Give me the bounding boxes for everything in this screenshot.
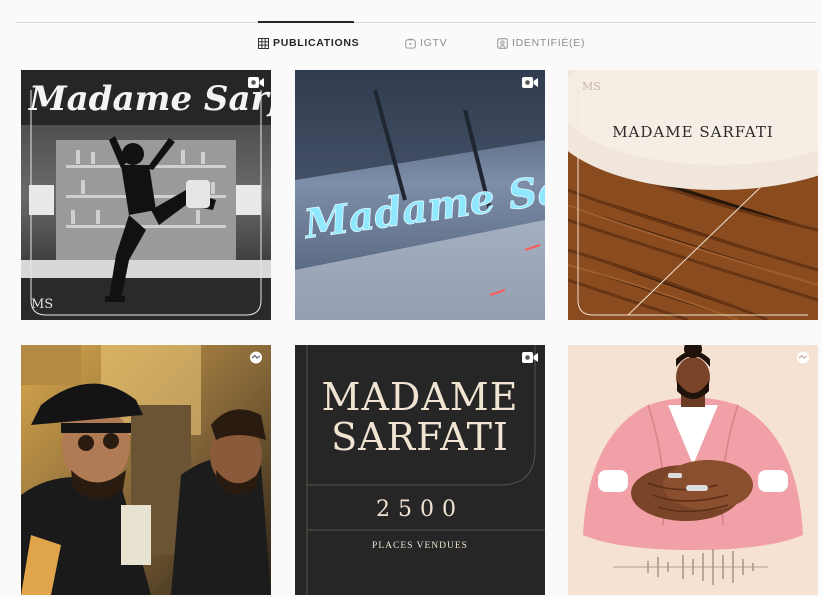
svg-text:MS: MS <box>582 80 601 93</box>
reel-icon <box>797 351 809 364</box>
post-5-title: MADAME SARFATI <box>321 375 519 459</box>
tab-igtv-label: IGTV <box>420 37 448 49</box>
post-3-overlay: MADAME SARFATI <box>612 123 774 141</box>
svg-text:Madame Sarfati: Madame Sarfati <box>28 79 271 119</box>
tab-publications-label: PUBLICATIONS <box>273 37 360 49</box>
video-icon <box>248 77 264 88</box>
post-image-two-men-selfie <box>21 345 271 595</box>
svg-text:MS: MS <box>31 297 53 312</box>
post-tile-4[interactable] <box>21 345 271 595</box>
tab-tagged[interactable]: IDENTIFIÉ(E) <box>497 37 585 49</box>
tabs-top-divider <box>16 22 816 23</box>
reel-icon <box>250 351 262 364</box>
post-tile-5[interactable]: MADAME SARFATI 2500 PLACES VENDUES <box>295 345 545 595</box>
grid-icon <box>258 37 269 49</box>
post-5-number: 2500 <box>376 497 464 522</box>
post-tile-6[interactable] <box>568 345 818 595</box>
post-image-bar-dancer: Madame Sarfati MS <box>21 70 271 320</box>
post-tile-2[interactable]: Madame Sarfati <box>295 70 545 320</box>
post-image-illustration-man-pink-suit <box>568 345 818 595</box>
tab-igtv[interactable]: IGTV <box>405 37 447 49</box>
video-icon <box>522 77 538 88</box>
active-tab-indicator <box>258 21 354 23</box>
profile-tabs: PUBLICATIONS IGTV IDENTIFIÉ(E) <box>0 37 822 57</box>
tagged-icon <box>497 37 508 49</box>
post-image-neon-sign: Madame Sarfati <box>295 70 545 320</box>
video-icon <box>522 352 538 363</box>
post-image-plate-on-wood: MS <box>568 70 818 320</box>
tab-publications[interactable]: PUBLICATIONS <box>258 37 359 49</box>
tab-tagged-label: IDENTIFIÉ(E) <box>512 37 586 49</box>
post-tile-1[interactable]: Madame Sarfati MS <box>21 70 271 320</box>
post-5-caption: PLACES VENDUES <box>372 541 468 551</box>
post-tile-3[interactable]: MS MADAME SARFATI <box>568 70 818 320</box>
igtv-icon <box>405 37 416 49</box>
